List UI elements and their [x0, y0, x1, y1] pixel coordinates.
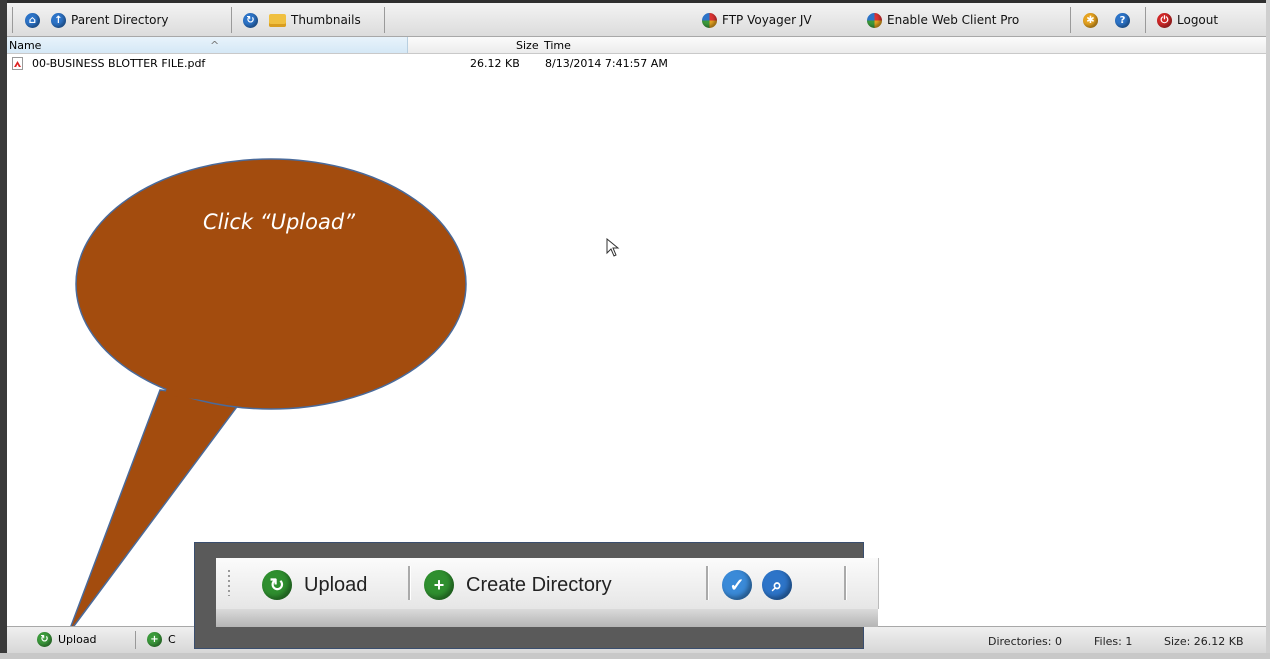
- upload-button[interactable]: ↻ Upload: [37, 632, 97, 647]
- files-count: Files: 1: [1094, 635, 1133, 648]
- toolbar-separator: [706, 566, 708, 600]
- toolbar-separator: [844, 566, 846, 600]
- create-directory-label-partial: C: [168, 633, 176, 646]
- create-directory-button[interactable]: + C: [147, 632, 176, 647]
- zoomed-permissions-button[interactable]: ✓: [722, 570, 752, 600]
- window-bottom-border: [0, 653, 1270, 659]
- zoomed-upload-button[interactable]: ↻ Upload: [262, 570, 367, 600]
- permissions-icon: ✓: [722, 570, 752, 600]
- toolbar-separator: [408, 566, 410, 600]
- zoomed-create-directory-label: Create Directory: [466, 573, 612, 596]
- zoomed-search-button[interactable]: ⌕: [762, 570, 792, 600]
- zoomed-upload-label: Upload: [304, 573, 368, 596]
- upload-label: Upload: [58, 633, 97, 646]
- total-size: Size: 26.12 KB: [1164, 635, 1244, 648]
- zoomed-toolbar: ↻ Upload + Create Directory ✓ ⌕: [216, 558, 879, 609]
- upload-icon: ↻: [262, 570, 292, 600]
- create-directory-icon: +: [424, 570, 454, 600]
- speech-bubble-body: [75, 158, 467, 410]
- zoomed-create-directory-button[interactable]: + Create Directory: [424, 570, 612, 600]
- directories-count: Directories: 0: [988, 635, 1062, 648]
- search-icon: ⌕: [762, 570, 792, 600]
- upload-icon: ↻: [37, 632, 52, 647]
- toolbar-grip-handle[interactable]: [228, 570, 230, 596]
- callout-text: Click “Upload”: [203, 210, 356, 234]
- zoomed-toolbar-shadow: [216, 609, 878, 627]
- create-directory-icon: +: [147, 632, 162, 647]
- toolbar-separator: [135, 631, 136, 649]
